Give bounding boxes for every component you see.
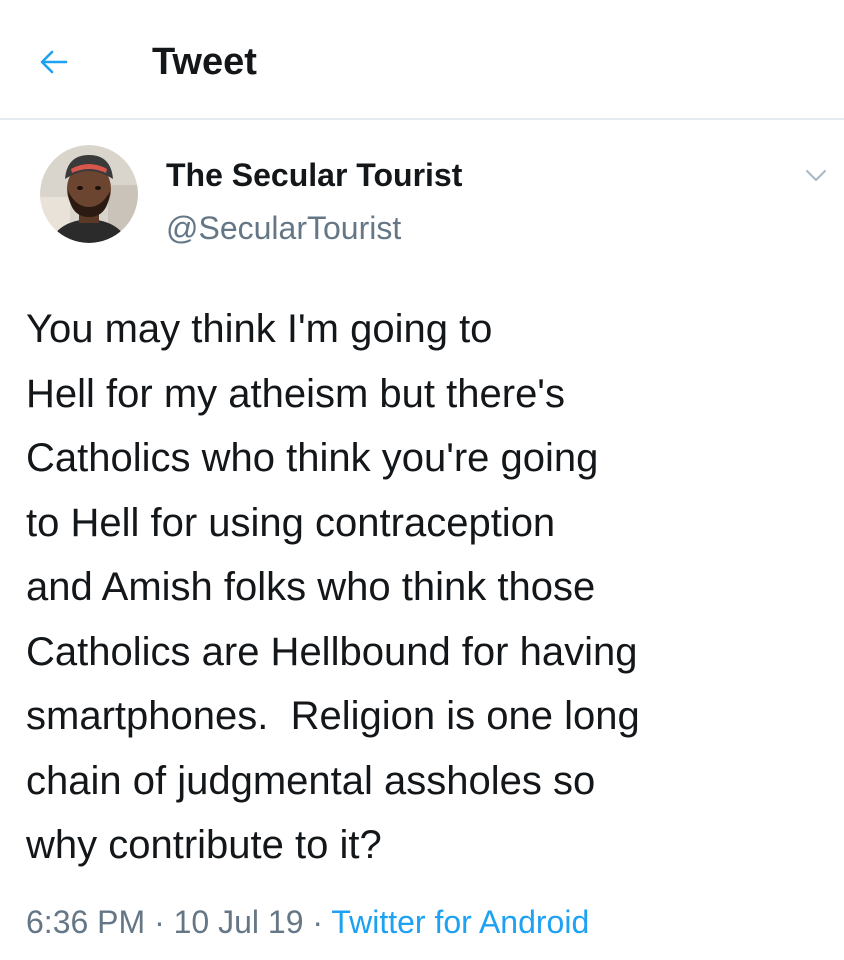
tweet-text-line: Catholics are Hellbound for having xyxy=(26,629,638,674)
chevron-down-icon xyxy=(806,170,826,181)
arrow-left-icon xyxy=(40,50,68,74)
back-button[interactable] xyxy=(30,38,78,86)
meta-separator: · xyxy=(145,904,174,940)
tweet-time: 6:36 PM xyxy=(26,904,146,940)
tweet-text-line: and Amish folks who think those xyxy=(26,565,596,609)
profile-photo xyxy=(40,145,138,243)
tweet-metadata: 6:36 PM · 10 Jul 19 · Twitter for Androi… xyxy=(26,900,589,944)
more-options-button[interactable] xyxy=(796,158,836,194)
meta-separator: · xyxy=(303,904,332,940)
avatar[interactable] xyxy=(40,145,138,243)
tweet-text-line: why contribute to it? xyxy=(26,823,382,867)
user-handle[interactable]: @SecularTourist xyxy=(166,208,401,248)
tweet-text-line: smartphones. Religion is one long xyxy=(26,694,640,738)
tweet-date: 10 Jul 19 xyxy=(173,904,304,940)
page-title: Tweet xyxy=(152,41,257,83)
tweet-text: You may think I'm going to Hell for my at… xyxy=(26,297,838,878)
top-app-bar: Tweet xyxy=(0,0,844,120)
tweet-text-line: chain of judgmental assholes so xyxy=(26,758,596,803)
display-name[interactable]: The Secular Tourist xyxy=(166,155,462,195)
tweet-text-line: You may think I'm going to xyxy=(26,307,493,351)
tweet-source-link[interactable]: Twitter for Android xyxy=(331,904,589,940)
tweet-text-line: to Hell for using contraception xyxy=(26,500,556,545)
tweet-text-line: Hell for my atheism but there's xyxy=(26,371,565,416)
tweet-text-line: Catholics who think you're going xyxy=(26,436,599,480)
